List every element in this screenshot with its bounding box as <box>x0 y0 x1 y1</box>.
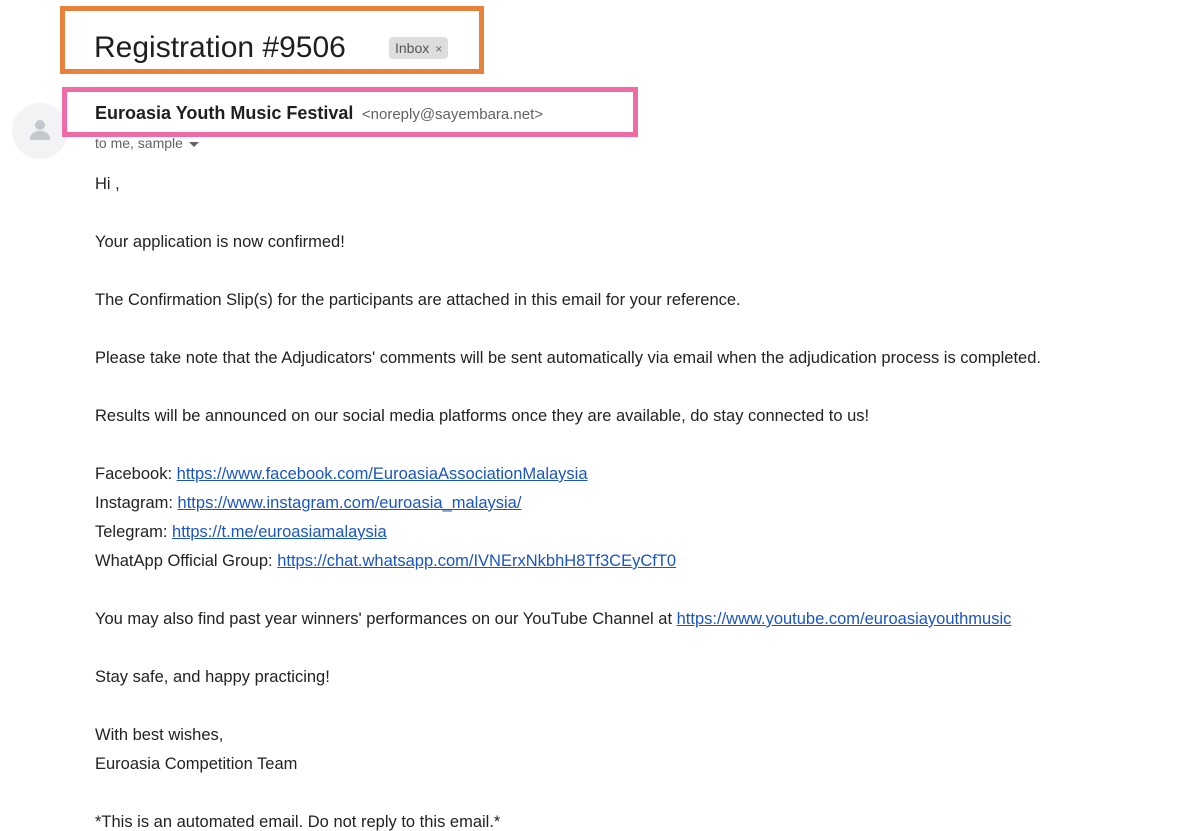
instagram-line: Instagram: https://www.instagram.com/eur… <box>95 489 1195 518</box>
person-icon <box>30 120 50 140</box>
confirmation-text: Your application is now confirmed! <box>95 233 345 251</box>
signoff-text: With best wishes, <box>95 726 224 744</box>
instagram-label: Instagram: <box>95 494 178 512</box>
closing-text: Stay safe, and happy practicing! <box>95 668 330 686</box>
facebook-line: Facebook: https://www.facebook.com/Euroa… <box>95 460 1195 489</box>
youtube-link[interactable]: https://www.youtube.com/euroasiayouthmus… <box>677 610 1012 628</box>
recipients-toggle[interactable]: to me, sample <box>95 133 199 153</box>
email-subject: Registration #9506 <box>94 31 346 64</box>
sender-name[interactable]: Euroasia Youth Music Festival <box>95 103 353 123</box>
telegram-link[interactable]: https://t.me/euroasiamalaysia <box>172 523 387 541</box>
email-body: Hi , Your application is now confirmed! … <box>95 170 1195 831</box>
whatsapp-line: WhatApp Official Group: https://chat.wha… <box>95 547 1195 576</box>
results-text: Results will be announced on our social … <box>95 407 870 425</box>
youtube-line: You may also find past year winners' per… <box>95 605 1195 634</box>
automated-footer: *This is an automated email. Do not repl… <box>95 813 501 831</box>
whatsapp-label: WhatApp Official Group: <box>95 552 278 570</box>
slip-text: The Confirmation Slip(s) for the partici… <box>95 291 741 309</box>
telegram-label: Telegram: <box>95 523 173 541</box>
recipients-text: to me, sample <box>95 135 183 151</box>
caret-down-icon[interactable] <box>188 141 199 147</box>
team-signature: Euroasia Competition Team <box>95 755 298 773</box>
sender-email: <noreply@sayembara.net> <box>361 106 544 123</box>
telegram-line: Telegram: https://t.me/euroasiamalaysia <box>95 518 1195 547</box>
sender-avatar[interactable] <box>12 103 68 159</box>
instagram-link[interactable]: https://www.instagram.com/euroasia_malay… <box>178 494 522 512</box>
facebook-label: Facebook: <box>95 465 177 483</box>
greeting: Hi , <box>95 175 120 193</box>
close-icon[interactable]: × <box>435 42 442 56</box>
inbox-label-chip[interactable]: Inbox × <box>389 37 449 59</box>
sender-line: Euroasia Youth Music Festival <noreply@s… <box>95 101 543 127</box>
adjudicators-text: Please take note that the Adjudicators' … <box>95 349 1041 367</box>
inbox-label-text: Inbox <box>395 40 430 56</box>
youtube-text: You may also find past year winners' per… <box>95 610 677 628</box>
facebook-link[interactable]: https://www.facebook.com/EuroasiaAssocia… <box>177 465 588 483</box>
whatsapp-link[interactable]: https://chat.whatsapp.com/IVNErxNkbhH8Tf… <box>277 552 676 570</box>
